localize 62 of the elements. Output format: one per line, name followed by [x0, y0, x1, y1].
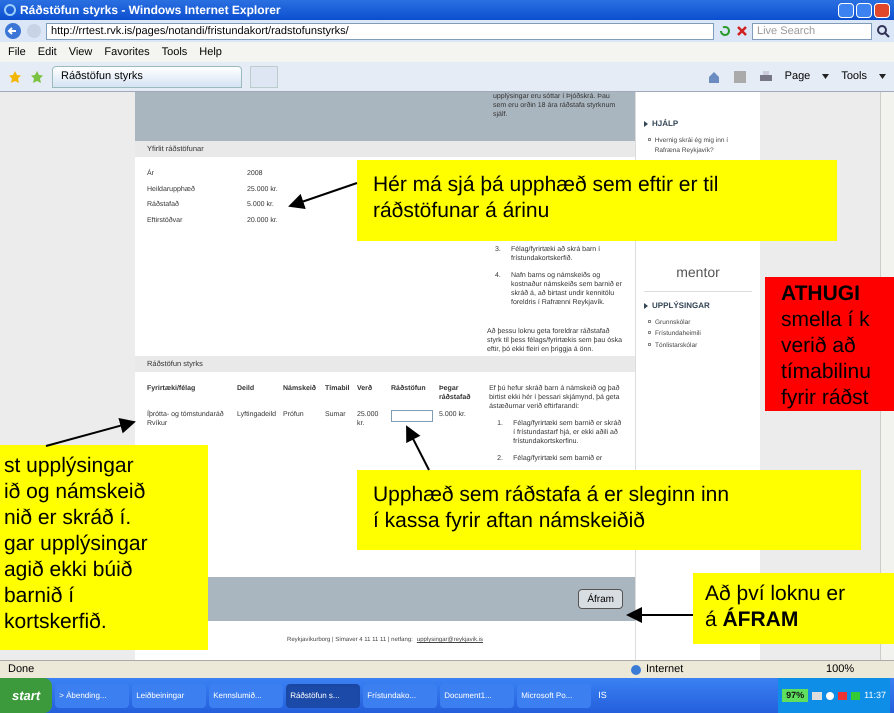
browser-icon — [4, 4, 16, 16]
menu-item[interactable]: Edit — [38, 44, 57, 60]
bullet-icon — [648, 320, 651, 322]
triangle-icon — [644, 121, 648, 127]
star-plus-icon[interactable] — [30, 70, 44, 84]
window-title: Ráðstöfun styrks - Windows Internet Explorer — [20, 2, 281, 19]
taskbar-button[interactable]: Microsoft Po... — [517, 684, 592, 708]
globe-icon — [630, 664, 642, 676]
stop-icon[interactable] — [736, 25, 748, 37]
menu-item[interactable]: Tools — [162, 44, 188, 60]
bullet-icon — [648, 331, 651, 334]
browser-tab[interactable]: Ráðstöfun styrks — [52, 66, 242, 88]
caret-icon[interactable] — [879, 74, 886, 79]
back-icon[interactable] — [4, 22, 22, 40]
menu-item[interactable]: Favorites — [104, 44, 150, 60]
next-button[interactable]: Áfram — [578, 589, 623, 609]
maximize-button[interactable] — [856, 2, 872, 18]
warning-callout: ATHUGI smella í k verið að tímabilinu fyrir ráðst — [765, 277, 894, 411]
menu-item[interactable]: View — [68, 44, 92, 60]
address-field[interactable]: http://rrtest.rvk.is/pages/notandi/fristundakort/radstofunstyrks/ — [46, 22, 714, 40]
amount-input[interactable] — [391, 410, 433, 422]
note-callout: Að því loknu er á ÁFRAM — [693, 573, 894, 644]
battery-text: 97% — [782, 688, 808, 702]
status-text: Done — [8, 662, 34, 678]
taskbar-button[interactable]: Kennslumið... — [209, 684, 284, 708]
printer-icon[interactable] — [758, 70, 773, 84]
taskbar-button[interactable]: Leiðbeiningar — [132, 684, 206, 708]
menu-item[interactable]: File — [8, 44, 26, 60]
search-field[interactable]: Live Search — [752, 22, 872, 40]
triangle-icon — [644, 302, 648, 308]
caret-icon[interactable] — [822, 74, 830, 79]
zone-text: Internet — [646, 662, 684, 678]
arrow — [626, 607, 693, 623]
square-icon[interactable] — [851, 692, 860, 700]
start-button[interactable]: start — [0, 678, 52, 713]
home-icon[interactable] — [706, 70, 721, 84]
section-title: UPPLÝSINGAR — [652, 300, 710, 312]
circle-icon[interactable] — [826, 692, 834, 700]
taskbar-button[interactable]: Ráðstöfun s... — [286, 684, 360, 708]
command-menu[interactable]: Page — [784, 68, 810, 85]
section-title: HJÁLP — [652, 118, 678, 130]
zoom-level[interactable]: 100% — [826, 661, 886, 678]
arrow — [288, 182, 358, 210]
close-button[interactable] — [874, 2, 890, 18]
bullet-icon — [648, 138, 651, 141]
command-menu[interactable]: Tools — [841, 68, 867, 85]
note-callout: Upphæð sem ráðstafa á er sleginn inn í kassa fyrir aftan námskeiðið — [357, 470, 861, 550]
arrow — [406, 425, 430, 470]
menu-item[interactable]: Help — [199, 44, 222, 60]
taskbar-button[interactable]: Document1... — [440, 684, 514, 708]
taskbar-button[interactable]: Frístundako... — [363, 684, 438, 708]
mentor-logo: mentor — [675, 262, 721, 282]
taskbar-button[interactable]: > Ábending... — [55, 684, 130, 708]
star-icon[interactable] — [8, 70, 22, 84]
note-callout: Hér má sjá þá upphæð sem eftir er til ráðstöfunar á árinu — [357, 160, 837, 241]
minimize-button[interactable] — [838, 2, 854, 18]
bullet-icon — [648, 343, 651, 346]
search-icon[interactable] — [876, 24, 890, 38]
note-callout: st upplýsingar ið og námskeið nið er skráð í. gar upplýsingar agið ekki búið barnið í kortskerfið. — [0, 445, 208, 650]
language-indicator[interactable]: IS — [594, 688, 611, 702]
clock: 11:37 — [864, 688, 886, 702]
refresh-icon[interactable] — [718, 24, 732, 38]
